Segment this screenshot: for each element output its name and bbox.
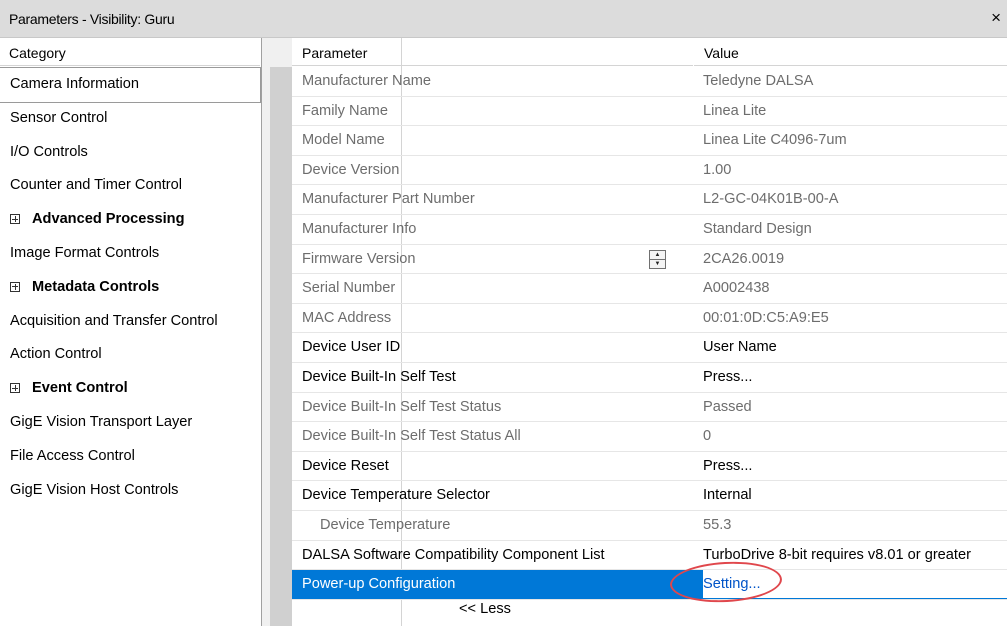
parameter-value: Passed bbox=[703, 398, 752, 415]
title-bar: Parameters - Visibility: Guru × bbox=[0, 0, 1007, 38]
parameter-row[interactable]: Device Built-In Self Test Press... bbox=[292, 363, 1007, 393]
parameter-name: Device Built-In Self Test bbox=[302, 369, 456, 385]
category-label: GigE Vision Transport Layer bbox=[10, 413, 193, 430]
category-label: Acquisition and Transfer Control bbox=[10, 312, 218, 329]
parameter-row[interactable]: Firmware Version ▲ ▼ 2CA26.0019 bbox=[292, 245, 1007, 275]
category-item[interactable]: Event Control bbox=[0, 372, 260, 406]
parameter-name: MAC Address bbox=[302, 309, 392, 326]
spin-down-icon[interactable]: ▼ bbox=[650, 260, 665, 268]
parameter-name: Serial Number bbox=[302, 280, 396, 297]
parameter-row[interactable]: Device Built-In Self Test Status Passed bbox=[292, 393, 1007, 423]
parameter-value[interactable]: TurboDrive 8-bit requires v8.01 or great… bbox=[703, 541, 1007, 570]
parameter-name: Model Name bbox=[302, 132, 385, 149]
expand-plus-icon[interactable] bbox=[10, 281, 20, 292]
category-label: Counter and Timer Control bbox=[10, 177, 182, 194]
parameter-row[interactable]: Model Name Linea Lite C4096-7um bbox=[292, 126, 1007, 156]
parameter-value[interactable]: Press... bbox=[703, 363, 1007, 392]
less-button[interactable]: << Less bbox=[459, 601, 511, 617]
category-item[interactable]: Advanced Processing bbox=[0, 203, 260, 237]
parameter-name: Firmware Version bbox=[302, 250, 416, 267]
parameter-value: 55.3 bbox=[703, 517, 732, 533]
parameter-name: Device Temperature Selector bbox=[302, 487, 490, 504]
parameter-value[interactable]: Internal bbox=[703, 481, 1007, 510]
firmware-spinner[interactable]: ▲ ▼ bbox=[649, 249, 666, 269]
parameter-value: 00:01:0D:C5:A9:E5 bbox=[703, 309, 829, 326]
category-label: I/O Controls bbox=[10, 143, 88, 160]
parameter-name: DALSA Software Compatibility Component L… bbox=[302, 546, 605, 563]
parameter-row[interactable]: Manufacturer Part Number L2-GC-04K01B-00-… bbox=[292, 185, 1007, 215]
parameter-name: Family Name bbox=[302, 102, 388, 119]
category-label: GigE Vision Host Controls bbox=[10, 481, 179, 498]
value-column-header[interactable]: Value bbox=[694, 38, 1007, 66]
category-item[interactable]: Camera Information bbox=[0, 67, 261, 103]
setting-button[interactable]: Setting... bbox=[703, 570, 1007, 599]
parameter-name: Manufacturer Name bbox=[302, 73, 431, 89]
category-label: Event Control bbox=[32, 380, 128, 397]
parameter-name: Manufacturer Part Number bbox=[302, 191, 475, 208]
parameter-row[interactable]: Device Temperature Selector Internal bbox=[292, 481, 1007, 511]
parameter-row[interactable]: MAC Address 00:01:0D:C5:A9:E5 bbox=[292, 304, 1007, 334]
parameter-row[interactable]: Manufacturer Name Teledyne DALSA bbox=[292, 67, 1007, 97]
parameter-row[interactable]: Manufacturer Info Standard Design bbox=[292, 215, 1007, 245]
category-item[interactable]: Counter and Timer Control bbox=[0, 169, 260, 203]
parameter-column-header[interactable]: Parameter bbox=[292, 38, 693, 66]
parameter-name: Device Built-In Self Test Status bbox=[302, 398, 502, 415]
parameter-name: Device User ID bbox=[302, 339, 401, 356]
spin-up-icon[interactable]: ▲ bbox=[650, 251, 665, 260]
parameter-name: Device Version bbox=[302, 161, 400, 178]
parameter-name: Device Reset bbox=[302, 457, 389, 474]
parameter-value: 2CA26.0019 bbox=[703, 250, 785, 267]
parameter-name: Power-up Configuration bbox=[302, 576, 456, 593]
window-title: Parameters - Visibility: Guru bbox=[9, 11, 175, 27]
category-label: File Access Control bbox=[10, 447, 135, 464]
category-label: Metadata Controls bbox=[32, 278, 160, 295]
parameter-row[interactable]: Power-up Configuration Setting... bbox=[292, 570, 1007, 600]
parameter-name: Device Built-In Self Test Status All bbox=[302, 428, 521, 445]
category-list: Camera Information Sensor Control I/O Cont… bbox=[0, 67, 261, 508]
category-label: Image Format Controls bbox=[10, 244, 160, 261]
category-label: Sensor Control bbox=[10, 109, 108, 126]
category-item[interactable]: GigE Vision Host Controls bbox=[0, 474, 260, 508]
parameter-row[interactable]: Device User ID User Name bbox=[292, 333, 1007, 363]
category-item[interactable]: Metadata Controls bbox=[0, 271, 260, 305]
parameter-row[interactable]: Device Temperature 55.3 bbox=[292, 511, 1007, 541]
category-item[interactable]: Sensor Control bbox=[0, 102, 260, 136]
category-item[interactable]: Action Control bbox=[0, 338, 260, 372]
parameter-value: 1.00 bbox=[703, 161, 732, 178]
category-header[interactable]: Category bbox=[0, 38, 260, 66]
category-item[interactable]: File Access Control bbox=[0, 440, 260, 474]
parameter-name: Device Temperature bbox=[320, 517, 451, 533]
category-label: Camera Information bbox=[10, 76, 139, 92]
expand-plus-icon[interactable] bbox=[10, 383, 20, 394]
parameter-gutter bbox=[270, 67, 292, 626]
parameter-name: Manufacturer Info bbox=[302, 221, 417, 237]
parameter-value: L2-GC-04K01B-00-A bbox=[703, 191, 839, 208]
parameter-row[interactable]: Device Built-In Self Test Status All 0 bbox=[292, 422, 1007, 452]
parameter-row[interactable]: Serial Number A0002438 bbox=[292, 274, 1007, 304]
close-icon[interactable]: × bbox=[991, 8, 1001, 28]
expand-plus-icon[interactable] bbox=[10, 214, 20, 225]
category-label: Action Control bbox=[10, 346, 102, 363]
parameter-value: Linea Lite bbox=[703, 102, 767, 119]
category-item[interactable]: GigE Vision Transport Layer bbox=[0, 406, 260, 440]
parameter-row[interactable]: Device Version 1.00 bbox=[292, 156, 1007, 186]
category-pane: Category Camera Information Sensor Contro… bbox=[0, 38, 262, 626]
parameter-value: Standard Design bbox=[703, 221, 812, 237]
parameter-value: A0002438 bbox=[703, 280, 770, 297]
parameter-value: Linea Lite C4096-7um bbox=[703, 132, 847, 149]
category-item[interactable]: Image Format Controls bbox=[0, 237, 260, 271]
parameter-value[interactable]: Press... bbox=[703, 452, 1007, 481]
parameter-row[interactable]: Device Reset Press... bbox=[292, 452, 1007, 482]
category-label: Advanced Processing bbox=[32, 211, 185, 228]
parameter-value: Teledyne DALSA bbox=[703, 73, 814, 89]
parameter-row[interactable]: DALSA Software Compatibility Component L… bbox=[292, 541, 1007, 571]
parameter-value: 0 bbox=[703, 428, 712, 445]
category-item[interactable]: Acquisition and Transfer Control bbox=[0, 305, 260, 339]
category-item[interactable]: I/O Controls bbox=[0, 136, 260, 170]
parameter-row[interactable]: Family Name Linea Lite bbox=[292, 97, 1007, 127]
parameter-value[interactable]: User Name bbox=[703, 333, 1007, 362]
